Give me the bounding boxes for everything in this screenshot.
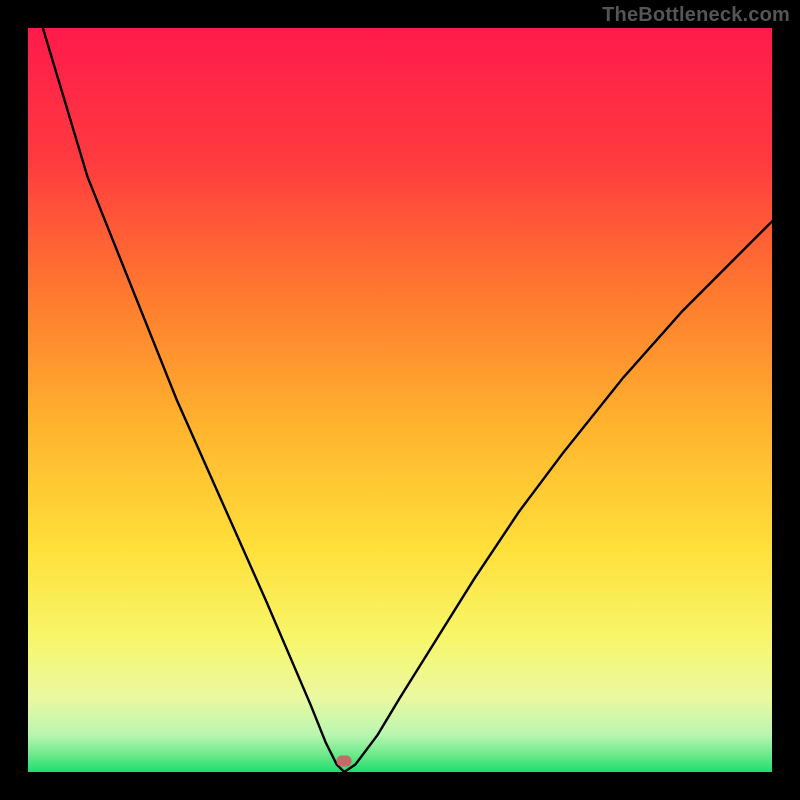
chart-frame: TheBottleneck.com <box>0 0 800 800</box>
plot-area <box>28 28 772 772</box>
gradient-rect <box>28 28 772 772</box>
chart-svg <box>28 28 772 772</box>
watermark-text: TheBottleneck.com <box>602 4 790 27</box>
optimal-point-marker <box>337 755 352 766</box>
